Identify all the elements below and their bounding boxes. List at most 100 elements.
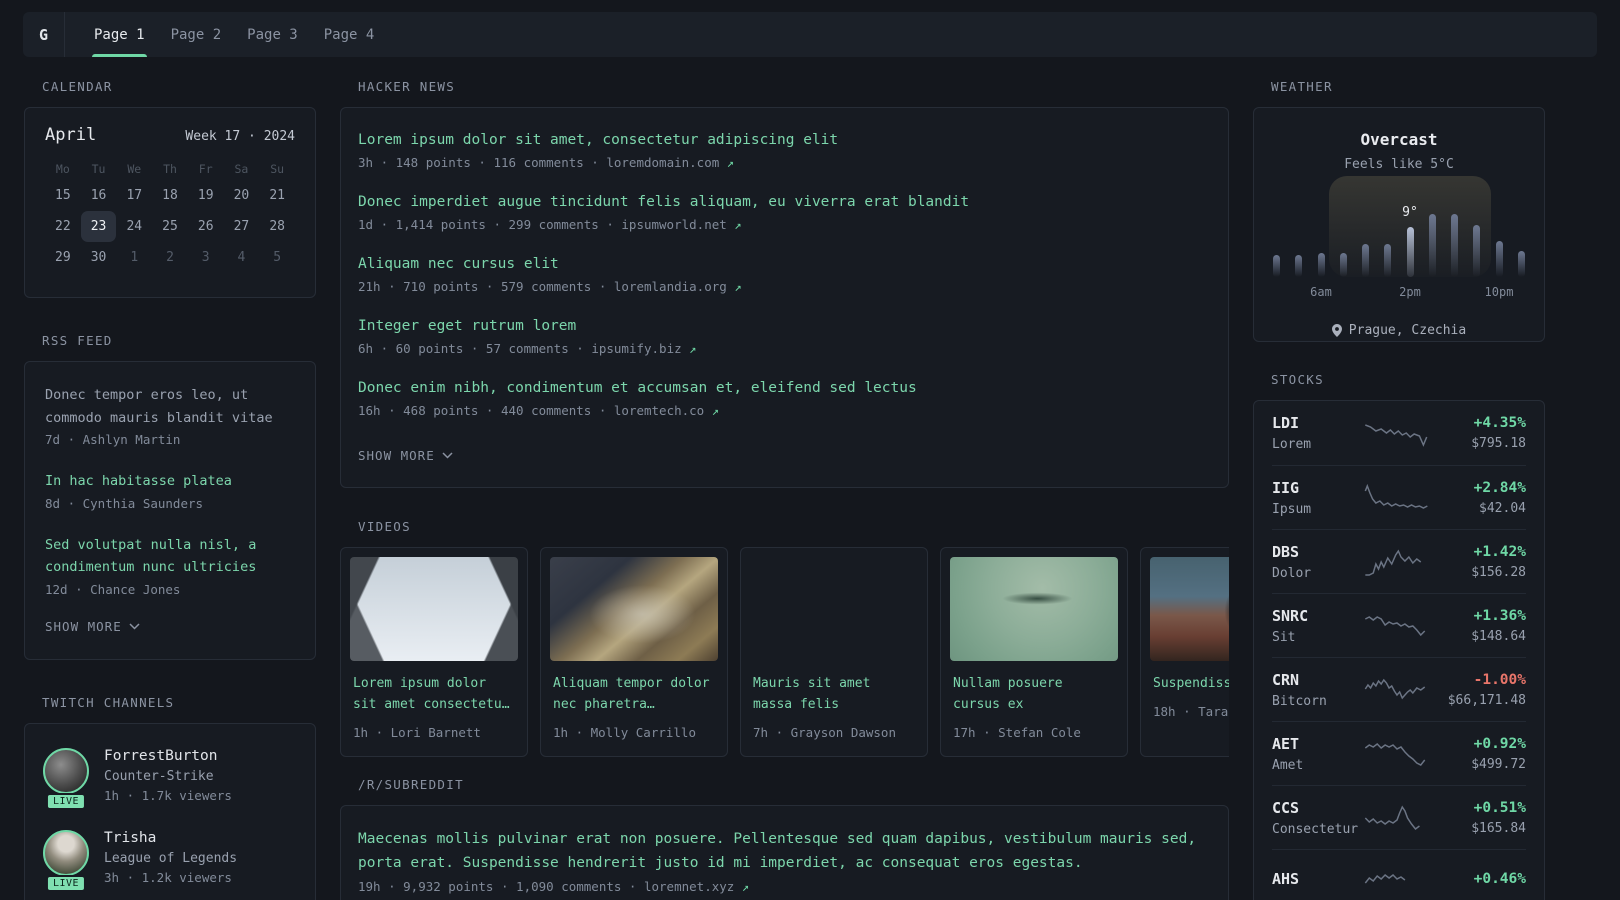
chevron-down-icon [129, 623, 140, 630]
calendar-day: 24 [126, 219, 143, 234]
weather-bar [1362, 244, 1370, 277]
calendar-day: 5 [273, 250, 282, 265]
stock-row[interactable]: IIG Ipsum +2.84% $42.04 [1272, 465, 1526, 529]
weather-bar [1273, 255, 1280, 277]
rss-heading: RSS FEED [42, 333, 113, 348]
weather-feels-like: Feels like 5°C [1344, 157, 1454, 172]
video-card[interactable]: Aliquam tempor dolor nec pharetra… 1h · … [540, 547, 728, 758]
calendar-day: 20 [233, 188, 250, 203]
calendar-grid: 15 16 17 18 19 20 21 22 23 24 25 26 27 28 29 30 1 2 3 4 5 [45, 180, 295, 273]
stock-name: Consectetur [1272, 821, 1359, 837]
video-card[interactable]: Mauris sit amet massa felis 7h · Grayson… [740, 547, 928, 758]
stock-change: +0.46% [1473, 871, 1526, 887]
stock-row[interactable]: AET Amet +0.92% $499.72 [1272, 721, 1526, 785]
subreddit-section: /R/SUBREDDIT Maecenas mollis pulvinar er… [340, 777, 1229, 900]
stock-price: $165.84 [1471, 820, 1526, 836]
channel-viewers: 1h · 1.7k viewers [104, 787, 232, 803]
story-source-link[interactable]: loremtech.co ↗ [614, 403, 719, 418]
chevron-down-icon [442, 452, 453, 459]
video-card[interactable]: Lorem ipsum dolor sit amet consectetu… 1… [340, 547, 528, 758]
stock-ticker: CRN [1272, 670, 1300, 689]
twitch-heading: TWITCH CHANNELS [42, 694, 175, 710]
page-tabs: Page 1 Page 2 Page 3 Page 4 [65, 12, 374, 57]
weather-bar [1339, 253, 1347, 277]
external-link-icon: ↗ [689, 342, 697, 357]
rss-show-more-button[interactable]: SHOW MORE [45, 619, 140, 634]
story-meta: 21h · 710 points · 579 comments · [358, 279, 607, 295]
tab-page-3[interactable]: Page 3 [247, 12, 298, 57]
stock-change: +1.42% [1473, 543, 1526, 560]
stock-row[interactable]: SNRC Sit +1.36% $148.64 [1272, 593, 1526, 657]
live-badge: LIVE [45, 792, 87, 810]
weather-bar [1473, 225, 1481, 277]
story-meta: 16h · 468 points · 440 comments · [358, 403, 607, 419]
stock-change: +0.92% [1473, 735, 1526, 752]
stock-row[interactable]: CCS Consectetur +0.51% $165.84 [1272, 785, 1526, 849]
calendar-day: 15 [55, 188, 71, 203]
external-link-icon: ↗ [741, 880, 750, 895]
stock-name: Ipsum [1272, 501, 1312, 517]
show-more-label: SHOW MORE [45, 618, 122, 634]
stock-row[interactable]: AHS +0.46% [1272, 849, 1526, 900]
calendar-dow-label: Fr [198, 162, 213, 176]
stock-name: Lorem [1272, 437, 1312, 452]
video-thumbnail [750, 557, 918, 661]
hackernews-show-more-button[interactable]: SHOW MORE [358, 448, 453, 463]
stock-row[interactable]: LDI Lorem +4.35% $795.18 [1272, 401, 1526, 465]
channel-game: Counter-Strike [104, 768, 214, 784]
twitch-widget: LIVE ForrestBurton Counter-Strike 1h · 1… [24, 722, 316, 900]
post-source-link[interactable]: loremnet.xyz ↗ [644, 879, 749, 894]
video-card[interactable]: Suspendisse diam 18h · Tara [1140, 547, 1229, 758]
stock-price: $156.28 [1471, 564, 1526, 580]
calendar-dow-label: Sa [234, 162, 249, 176]
stock-ticker: AHS [1272, 870, 1300, 888]
twitch-channel-row[interactable]: LIVE ForrestBurton Counter-Strike 1h · 1… [43, 747, 297, 810]
calendar-day-selected: 23 [80, 211, 117, 242]
stock-ticker: CCS [1272, 798, 1300, 817]
calendar-day: 17 [126, 188, 143, 203]
calendar-day: 25 [162, 219, 178, 234]
stock-row[interactable]: CRN Bitcorn -1.00% $66,171.48 [1272, 657, 1526, 721]
live-badge: LIVE [45, 874, 87, 892]
weather-bar [1428, 214, 1436, 277]
app-logo[interactable]: G [23, 12, 65, 57]
story-title-link[interactable]: Aliquam nec cursus elit [358, 256, 559, 272]
video-meta: 18h · Tara [1153, 704, 1229, 720]
stocks-heading: STOCKS [1271, 372, 1324, 387]
tab-page-4[interactable]: Page 4 [324, 12, 375, 57]
video-title: Lorem ipsum dolor sit amet consectetu… [353, 676, 510, 713]
story-title-link[interactable]: Donec imperdiet augue tincidunt felis al… [358, 194, 969, 210]
story-title-link[interactable]: Donec enim nibh, condimentum et accumsan… [358, 380, 917, 396]
tab-page-1[interactable]: Page 1 [92, 12, 147, 57]
tab-page-2[interactable]: Page 2 [171, 12, 222, 57]
hour-label: 10pm [1484, 285, 1514, 299]
story-source-link[interactable]: loremlandia.org ↗ [614, 279, 742, 294]
rss-item-meta: 8d · Cynthia Saunders [45, 495, 204, 511]
video-card[interactable]: Nullam posuere cursus ex 17h · Stefan Co… [940, 547, 1128, 758]
calendar-day: 19 [197, 188, 214, 203]
story-title-link[interactable]: Integer eget rutrum lorem [358, 318, 576, 334]
story-title-link[interactable]: Lorem ipsum dolor sit amet, consectetur … [358, 132, 838, 148]
stock-ticker: AET [1272, 734, 1300, 753]
channel-name: Trisha [104, 829, 157, 846]
rss-item-title: Donec tempor eros leo, ut commodo mauris… [45, 387, 273, 426]
stock-sparkline [1364, 739, 1430, 769]
calendar-dow-label: Mo [55, 162, 70, 176]
stock-row[interactable]: DBS Dolor +1.42% $156.28 [1272, 529, 1526, 593]
rss-item[interactable]: Donec tempor eros leo, ut commodo mauris… [45, 384, 295, 447]
rss-item[interactable]: In hac habitasse platea 8d · Cynthia Sau… [45, 470, 295, 511]
story-source-link[interactable]: ipsumworld.net ↗ [621, 217, 741, 232]
weather-hourly-chart: 9° [1273, 176, 1525, 277]
story-source-link[interactable]: loremdomain.com ↗ [606, 155, 734, 170]
rss-item[interactable]: Sed volutpat nulla nisl, a condimentum n… [45, 534, 295, 597]
story-source-link[interactable]: ipsumify.biz ↗ [591, 341, 696, 356]
stock-name: Bitcorn [1272, 693, 1327, 709]
video-meta: 17h · Stefan Cole [953, 725, 1081, 741]
calendar-week-label: Week 17 · 2024 [185, 129, 295, 144]
external-link-icon: ↗ [711, 404, 719, 419]
stock-change: +4.35% [1473, 415, 1526, 431]
rss-item-title: In hac habitasse platea [45, 473, 232, 490]
left-column: CALENDAR April Week 17 · 2024 Mo Tu We Th Fr… [24, 79, 316, 900]
post-title-link[interactable]: Maecenas mollis pulvinar erat non posuer… [358, 831, 1196, 870]
twitch-channel-row[interactable]: LIVE Trisha League of Legends 3h · 1.2k … [43, 829, 297, 892]
